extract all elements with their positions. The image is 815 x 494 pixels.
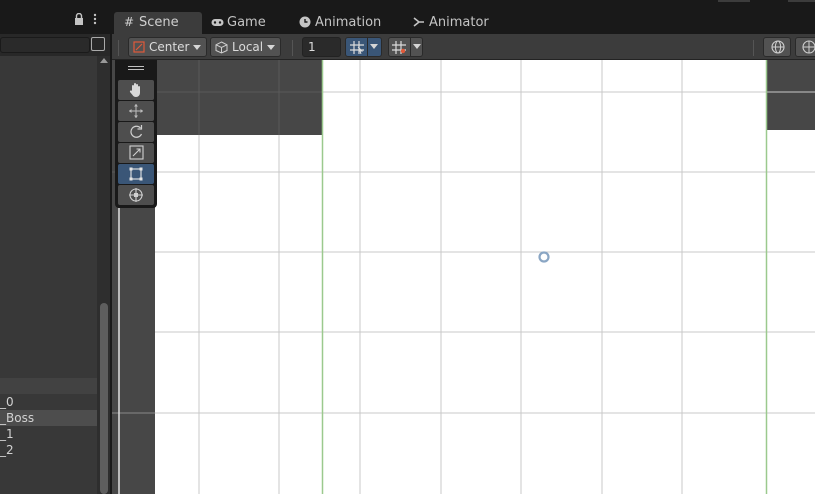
toolbar-grip[interactable] [292, 40, 294, 56]
rect-transform-icon [129, 167, 143, 181]
animator-icon [412, 12, 426, 33]
chevron-down-icon [370, 44, 378, 49]
hierarchy-search-input[interactable] [0, 37, 90, 53]
tab-label: Game [227, 15, 266, 30]
list-item[interactable]: _Boss [0, 410, 97, 426]
shading-mode-button[interactable] [795, 37, 815, 57]
clock-icon [298, 12, 312, 33]
scene-viewport[interactable] [112, 60, 815, 494]
tab-label: Animation [315, 15, 382, 30]
grid-visibility-dropdown[interactable] [410, 38, 423, 56]
transform-icon [129, 188, 143, 202]
grid-snap-dropdown[interactable] [367, 38, 380, 56]
search-scene-icon[interactable] [91, 37, 105, 51]
scene-canvas[interactable] [112, 60, 815, 494]
top-button-edge [718, 0, 750, 2]
chevron-down-icon [413, 44, 421, 49]
sphere-icon [802, 40, 815, 54]
grid-visibility-icon[interactable] [389, 38, 409, 56]
gamepad-icon [210, 12, 224, 33]
pivot-icon [133, 41, 145, 53]
grid-snap-icon[interactable] [346, 38, 366, 56]
rotate-icon [130, 125, 143, 138]
tab-animator[interactable]: Animator [412, 12, 502, 34]
globe-icon [771, 40, 785, 54]
grid-increment-input[interactable]: 1 [302, 37, 341, 57]
toolbar-grip[interactable] [118, 40, 120, 56]
draw-mode-button[interactable] [763, 37, 791, 57]
handle-space-dropdown[interactable]: Local [210, 37, 281, 57]
grid-snapping-toggle[interactable] [345, 37, 382, 57]
scrollbar-thumb[interactable] [100, 303, 108, 494]
chevron-down-icon [267, 45, 275, 50]
list-item[interactable]: _1 [0, 426, 97, 442]
list-item[interactable]: _2 [0, 442, 97, 458]
grid-visibility-toggle[interactable] [388, 37, 423, 57]
chevron-down-icon [193, 45, 201, 50]
tab-animation[interactable]: Animation [298, 12, 398, 34]
transform-tool-button[interactable] [118, 185, 154, 205]
rect-tool-button[interactable] [118, 164, 154, 184]
pivot-mode-dropdown[interactable]: Center [128, 37, 207, 57]
hand-tool-button[interactable] [118, 80, 154, 100]
top-button-edge [788, 0, 815, 2]
pivot-mode-label: Center [149, 40, 190, 54]
lock-icon[interactable] [74, 13, 84, 25]
grid-icon: # [123, 15, 135, 29]
toolbar-grip[interactable] [753, 40, 755, 56]
tab-label: Scene [139, 15, 179, 30]
scale-tool-button[interactable] [118, 143, 154, 163]
move-arrows-icon [129, 104, 143, 118]
scale-icon [129, 145, 144, 160]
palette-grip[interactable] [128, 66, 144, 70]
hierarchy-scene-row[interactable] [0, 378, 97, 394]
scroll-up-icon[interactable] [100, 58, 108, 63]
hand-icon [129, 83, 140, 98]
tab-scene[interactable]: # Scene [114, 12, 202, 34]
handle-space-label: Local [232, 40, 264, 54]
cube-icon [215, 41, 228, 54]
tab-game[interactable]: Game [210, 12, 290, 34]
move-tool-button[interactable] [118, 101, 154, 121]
list-item[interactable]: _0 [0, 394, 97, 410]
tab-label: Animator [429, 15, 489, 30]
more-options-icon[interactable] [92, 13, 98, 25]
rotate-tool-button[interactable] [118, 122, 154, 142]
